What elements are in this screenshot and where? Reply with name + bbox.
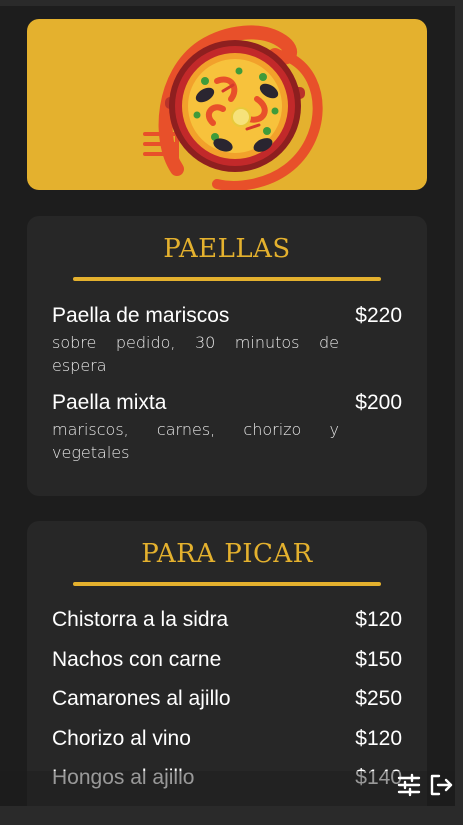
- section-para-picar: PARA PICAR Chistorra a la sidra $120 Nac…: [27, 521, 427, 806]
- menu-item-name: Nachos con carne: [52, 648, 222, 671]
- menu-item-name: Paella mixta: [52, 391, 167, 414]
- sliders-icon[interactable]: [396, 772, 422, 798]
- menu-item-price: $220: [355, 304, 402, 327]
- menu-item-price: $200: [355, 391, 402, 414]
- paella-pan-icon: [143, 25, 323, 190]
- menu-item-price: $150: [355, 648, 402, 671]
- menu-item-description: mariscos, carnes, chorizo y vegetales: [52, 420, 339, 462]
- menu-item-name: Chistorra a la sidra: [52, 608, 229, 631]
- viewer-controls: [396, 772, 454, 798]
- menu-page: PAELLAS Paella de mariscos $220 sobre pe…: [0, 6, 455, 806]
- hero-banner: [27, 19, 427, 190]
- menu-item-name: Camarones al ajillo: [52, 687, 231, 710]
- menu-item-name: Chorizo al vino: [52, 727, 191, 750]
- bottom-overlay: [0, 771, 455, 806]
- menu-item-price: $120: [355, 608, 402, 631]
- menu-item-name: Paella de mariscos: [52, 304, 230, 327]
- menu-item-price: $120: [355, 727, 402, 750]
- exit-icon[interactable]: [428, 772, 454, 798]
- section-divider: [73, 582, 381, 586]
- section-paellas: PAELLAS Paella de mariscos $220 sobre pe…: [27, 216, 427, 496]
- menu-item-price: $250: [355, 687, 402, 710]
- section-title: PAELLAS: [163, 234, 291, 264]
- menu-item-description: sobre pedido, 30 minutos de espera: [52, 333, 339, 375]
- section-divider: [73, 277, 381, 281]
- section-title: PARA PICAR: [141, 539, 313, 569]
